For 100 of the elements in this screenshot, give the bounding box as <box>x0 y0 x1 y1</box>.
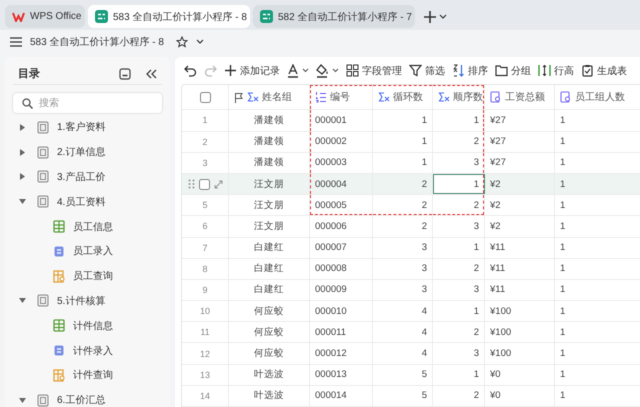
table-cell[interactable]: 000001 <box>310 110 373 131</box>
table-cell[interactable]: 3 <box>433 280 485 300</box>
table-cell[interactable]: 白建红 <box>229 280 310 300</box>
collapse-icon[interactable] <box>145 68 157 78</box>
table-cell[interactable]: ¥0 <box>485 386 555 406</box>
table-cell[interactable]: ¥2 <box>485 174 555 194</box>
table-cell[interactable]: 1 <box>555 238 640 258</box>
table-cell[interactable]: 潘建领 <box>229 110 310 131</box>
search-field[interactable]: 搜索 <box>13 93 162 113</box>
table-cell[interactable]: 3 <box>373 258 433 279</box>
table-cell[interactable]: 000008 <box>310 258 373 279</box>
row-header-cell[interactable]: 5 <box>182 195 229 216</box>
sidebar-item[interactable]: 4.员工资料 <box>13 189 162 214</box>
table-cell[interactable]: 1 <box>433 301 485 322</box>
table-cell[interactable]: ¥27 <box>485 132 555 152</box>
expand-icon[interactable] <box>214 180 222 189</box>
sidebar-item[interactable]: 员工信息 <box>13 214 162 239</box>
table-cell[interactable]: 潘建领 <box>229 132 310 152</box>
table-cell[interactable]: 000003 <box>310 152 373 173</box>
checkbox[interactable] <box>200 92 210 103</box>
table-cell[interactable]: 汪文朋 <box>229 216 310 236</box>
column-header[interactable]: 编号 <box>310 85 373 110</box>
table-cell[interactable]: 何应蛟 <box>229 301 310 322</box>
table-cell[interactable]: 000011 <box>310 322 373 342</box>
table-cell[interactable]: 1 <box>555 280 640 300</box>
table-cell[interactable]: 潘建领 <box>229 152 310 173</box>
table-cell[interactable]: 3 <box>373 280 433 300</box>
table-cell[interactable]: ¥100 <box>485 343 555 364</box>
menu-icon[interactable] <box>10 37 22 47</box>
table-cell[interactable]: 000007 <box>310 238 373 258</box>
table-cell[interactable]: 1 <box>555 110 640 131</box>
table-cell[interactable]: 1 <box>373 152 433 173</box>
row-header-cell[interactable]: 11 <box>182 322 229 342</box>
table-cell[interactable]: 000006 <box>310 216 373 236</box>
table-cell[interactable]: ¥11 <box>485 280 555 300</box>
panel-icon[interactable] <box>119 68 131 80</box>
table-cell[interactable]: 2 <box>433 132 485 152</box>
table-cell[interactable]: ¥11 <box>485 258 555 279</box>
table-cell[interactable]: 2 <box>433 195 485 216</box>
tab[interactable]: WPS Office <box>5 5 85 28</box>
table-cell[interactable]: 1 <box>555 152 640 173</box>
row-header-cell[interactable]: 3 <box>182 152 229 173</box>
sidebar-item[interactable]: 员工查询 <box>13 264 162 289</box>
table-cell[interactable]: 叶选波 <box>229 386 310 406</box>
table-cell[interactable]: 汪文朋 <box>229 195 310 216</box>
table-cell[interactable]: 1 <box>433 174 485 194</box>
table-cell[interactable]: ¥27 <box>485 152 555 173</box>
sidebar-item[interactable]: 6.工价汇总 <box>13 388 162 407</box>
table-cell[interactable]: 1 <box>555 216 640 236</box>
caret-icon[interactable] <box>196 39 204 45</box>
table-cell[interactable]: 2 <box>373 195 433 216</box>
table-cell[interactable]: 2 <box>433 322 485 342</box>
row-header-cell[interactable]: 9 <box>182 280 229 300</box>
table-cell[interactable]: 000014 <box>310 386 373 406</box>
table-cell[interactable]: 000002 <box>310 132 373 152</box>
table-cell[interactable]: 000013 <box>310 364 373 385</box>
table-cell[interactable]: 2 <box>373 216 433 236</box>
sidebar-item[interactable]: 3.产品工价 <box>13 164 162 190</box>
table-cell[interactable]: 1 <box>555 132 640 152</box>
table-cell[interactable]: 1 <box>555 174 640 194</box>
table-cell[interactable]: 4 <box>373 343 433 364</box>
table-cell[interactable]: 叶选波 <box>229 364 310 385</box>
table-cell[interactable]: ¥27 <box>485 110 555 131</box>
table-cell[interactable]: 3 <box>433 152 485 173</box>
column-header[interactable]: 姓名组 <box>229 85 310 110</box>
table-cell[interactable]: 000010 <box>310 301 373 322</box>
toolbar-button[interactable]: 排序 <box>449 62 491 80</box>
table-cell[interactable]: 2 <box>433 386 485 406</box>
table-cell[interactable]: ¥2 <box>485 216 555 236</box>
row-header-cell[interactable]: 6 <box>182 216 229 236</box>
table-cell[interactable]: ¥100 <box>485 322 555 342</box>
table-cell[interactable]: 1 <box>555 364 640 385</box>
table-cell[interactable]: 1 <box>555 322 640 342</box>
sidebar-item[interactable]: 计件录入 <box>13 338 162 363</box>
table-cell[interactable]: ¥2 <box>485 195 555 216</box>
sidebar-item[interactable]: 1.客户资料 <box>13 115 162 140</box>
table-cell[interactable]: 1 <box>555 386 640 406</box>
tab[interactable]: 583 全自动工价计算小程序 - 8 <box>88 5 250 28</box>
expanded-caret-icon[interactable] <box>19 396 26 404</box>
plus-icon[interactable] <box>424 10 436 22</box>
table-cell[interactable]: 5 <box>373 364 433 385</box>
table-cell[interactable]: 000012 <box>310 343 373 364</box>
table-cell[interactable]: 何应蛟 <box>229 343 310 364</box>
toolbar-button[interactable]: 添加记录 <box>221 62 283 80</box>
drag-handle-icon[interactable] <box>188 179 194 190</box>
table-cell[interactable]: ¥0 <box>485 364 555 385</box>
collapsed-caret-icon[interactable] <box>19 124 26 131</box>
table-cell[interactable]: 1 <box>555 343 640 364</box>
row-header-cell[interactable]: 2 <box>182 132 229 152</box>
table-cell[interactable]: 1 <box>373 132 433 152</box>
expanded-caret-icon[interactable] <box>19 297 26 304</box>
toolbar-button[interactable]: 行高 <box>535 62 577 80</box>
sidebar-item[interactable]: 计件查询 <box>13 362 162 388</box>
toolbar-button[interactable]: 字段管理 <box>343 62 405 80</box>
table-cell[interactable]: 何应蛟 <box>229 322 310 342</box>
toolbar-button[interactable]: 筛选 <box>406 62 448 80</box>
toolbar-button[interactable]: 分组 <box>492 62 534 80</box>
table-cell[interactable]: 5 <box>373 386 433 406</box>
tab[interactable]: 582 全自动工价计算小程序 - 7 <box>253 5 415 28</box>
table-cell[interactable]: 白建红 <box>229 258 310 279</box>
